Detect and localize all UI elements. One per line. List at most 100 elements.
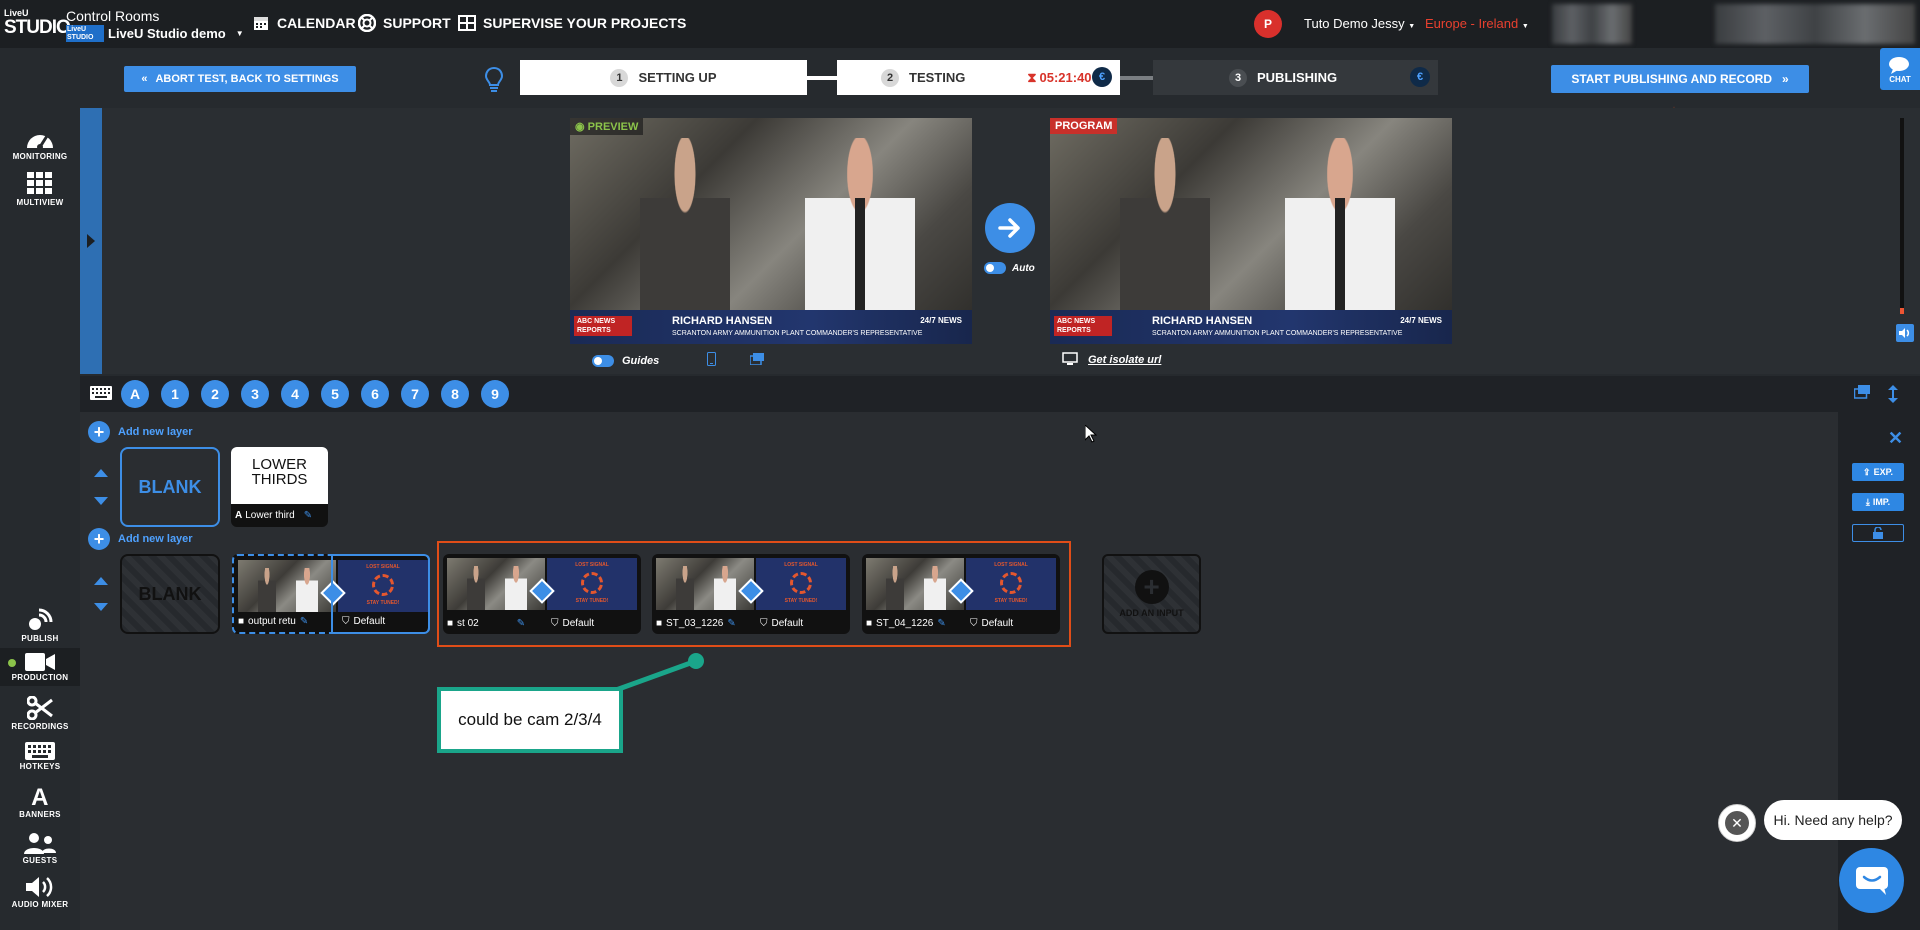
- help-dismiss-button[interactable]: ✕: [1718, 804, 1756, 842]
- chevron-down-icon: ▼: [235, 29, 244, 38]
- source-preset[interactable]: ⛉ Default: [754, 618, 803, 629]
- help-chat-button[interactable]: [1839, 848, 1904, 913]
- blank-source[interactable]: BLANK: [120, 554, 220, 634]
- add-input-label: ADD AN INPUT: [1119, 608, 1184, 618]
- move-layer-up-icon[interactable]: [94, 577, 108, 585]
- sidebar-item-recordings[interactable]: RECORDINGS: [0, 696, 80, 731]
- program-monitor[interactable]: ABC NEWS REPORTS RICHARD HANSEN SCRANTON…: [1050, 118, 1452, 344]
- move-layer-up-icon[interactable]: [94, 469, 108, 477]
- add-layer-button[interactable]: + Add new layer: [88, 421, 193, 443]
- euro-icon[interactable]: €: [1092, 67, 1112, 87]
- lightbulb-icon[interactable]: [484, 66, 504, 92]
- sidebar-item-multiview[interactable]: MULTIVIEW: [0, 172, 80, 207]
- double-chevron-right-icon: »: [1781, 72, 1789, 86]
- source-tile[interactable]: LOST SIGNAL STAY TUNED! ■ ST_03_1226 ✎ ⛉ De…: [652, 554, 850, 634]
- step-setting-up[interactable]: 1 SETTING UP: [520, 60, 807, 95]
- pencil-icon[interactable]: ✎: [300, 616, 308, 627]
- sidebar-item-production[interactable]: PRODUCTION: [0, 648, 80, 686]
- source-tile[interactable]: LOST SIGNAL STAY TUNED! ■ ST_04_1226 ✎ ⛉ De…: [862, 554, 1060, 634]
- add-input-button[interactable]: + ADD AN INPUT: [1102, 554, 1201, 634]
- region-selector[interactable]: Europe - Ireland ▼: [1425, 16, 1529, 31]
- step-publishing[interactable]: 3 PUBLISHING: [1153, 60, 1438, 95]
- step-connector: [1118, 76, 1158, 80]
- toggle-switch[interactable]: [592, 354, 614, 367]
- lock-button[interactable]: [1852, 524, 1904, 542]
- hotkey-4[interactable]: 4: [281, 380, 309, 408]
- import-button[interactable]: ⤓ IMP.: [1852, 493, 1904, 511]
- source-preset[interactable]: ⛉ Default: [964, 618, 1013, 629]
- vertical-resize-icon[interactable]: [1888, 385, 1904, 403]
- keyboard-icon[interactable]: [90, 386, 112, 400]
- stay-tuned-text: STAY TUNED!: [994, 598, 1028, 604]
- step-label: SETTING UP: [638, 70, 717, 85]
- layers-icon[interactable]: [749, 353, 765, 368]
- chat-button[interactable]: CHAT: [1880, 48, 1920, 90]
- start-publishing-button[interactable]: START PUBLISHING AND RECORD »: [1551, 65, 1809, 93]
- sidebar-item-hotkeys[interactable]: HOTKEYS: [0, 742, 80, 771]
- nav-calendar[interactable]: CALENDAR: [252, 14, 356, 32]
- auto-toggle[interactable]: Auto: [984, 262, 1035, 274]
- sidebar-item-guests[interactable]: GUESTS: [0, 832, 80, 865]
- export-button[interactable]: ⇪ EXP.: [1852, 463, 1904, 481]
- plus-icon: +: [88, 528, 110, 550]
- source-tile[interactable]: LOST SIGNAL STAY TUNED! ■ st 02 ✎ ⛉ Default: [443, 554, 641, 634]
- preview-monitor[interactable]: ABC NEWS REPORTS RICHARD HANSEN SCRANTON…: [570, 118, 972, 344]
- lower-thirds-title: LOWER THIRDS: [231, 447, 328, 504]
- camera-icon: ■: [656, 617, 663, 629]
- pencil-icon[interactable]: ✎: [517, 618, 525, 629]
- hotkey-7[interactable]: 7: [401, 380, 429, 408]
- lower-third-overlay: ABC NEWS REPORTS RICHARD HANSEN SCRANTON…: [1050, 310, 1452, 344]
- pencil-icon[interactable]: ✎: [727, 618, 735, 629]
- get-isolate-url-link[interactable]: Get isolate url: [1062, 352, 1161, 368]
- hotkey-5[interactable]: 5: [321, 380, 349, 408]
- move-layer-down-icon[interactable]: [94, 603, 108, 611]
- hotkey-2[interactable]: 2: [201, 380, 229, 408]
- auto-label: Auto: [1012, 262, 1035, 274]
- euro-icon[interactable]: €: [1410, 67, 1430, 87]
- video-detail: [855, 198, 865, 318]
- speaker-icon[interactable]: [1896, 324, 1914, 342]
- hotkey-9[interactable]: 9: [481, 380, 509, 408]
- nav-support[interactable]: SUPPORT: [358, 14, 451, 32]
- sidebar-item-audio-mixer[interactable]: AUDIO MIXER: [0, 876, 80, 909]
- nav-supervise[interactable]: SUPERVISE YOUR PROJECTS: [458, 14, 686, 32]
- studio-selector[interactable]: LiveU STUDIO LiveU Studio demo ▼: [66, 25, 244, 42]
- lower-thirds-source[interactable]: LOWER THIRDS A Lower third ✎: [231, 447, 328, 527]
- nav-calendar-label: CALENDAR: [277, 15, 356, 31]
- step-testing[interactable]: 2 TESTING ⧗ 05:21:40: [837, 60, 1120, 95]
- chevron-down-icon: ▼: [1521, 23, 1529, 30]
- avatar[interactable]: P: [1254, 10, 1282, 38]
- lower-third-name: RICHARD HANSEN: [672, 315, 773, 327]
- blank-source-active[interactable]: BLANK: [120, 447, 220, 527]
- hotkey-1[interactable]: 1: [161, 380, 189, 408]
- camera-thumbnail: [447, 558, 545, 610]
- toggle-switch[interactable]: [984, 262, 1006, 274]
- close-icon: ✕: [1725, 811, 1749, 835]
- source-preset-label: Default: [562, 617, 595, 629]
- user-menu[interactable]: Tuto Demo Jessy ▼: [1304, 16, 1415, 31]
- liveu-studio-logo[interactable]: LiveU STUDIO: [4, 8, 71, 40]
- pencil-icon[interactable]: ✎: [304, 510, 312, 521]
- guides-toggle[interactable]: Guides: [592, 352, 765, 369]
- abort-test-button[interactable]: « ABORT TEST, BACK TO SETTINGS: [124, 66, 356, 92]
- move-layer-down-icon[interactable]: [94, 497, 108, 505]
- expand-panel-button[interactable]: [80, 108, 102, 374]
- lower-thirds-caption: Lower third: [245, 510, 295, 521]
- hotkey-a[interactable]: A: [121, 380, 149, 408]
- hotkey-3[interactable]: 3: [241, 380, 269, 408]
- layers-icon[interactable]: [1853, 385, 1870, 401]
- cut-to-program-button[interactable]: [985, 203, 1035, 253]
- pencil-icon[interactable]: ✎: [937, 618, 945, 629]
- add-layer-button[interactable]: + Add new layer: [88, 528, 193, 550]
- sidebar-item-banners[interactable]: A BANNERS: [0, 786, 80, 820]
- hotkey-8[interactable]: 8: [441, 380, 469, 408]
- hotkey-6[interactable]: 6: [361, 380, 389, 408]
- help-bubble[interactable]: Hi. Need any help?: [1764, 800, 1902, 840]
- sidebar-item-monitoring[interactable]: MONITORING: [0, 128, 80, 161]
- sidebar-item-publish[interactable]: PUBLISH: [0, 606, 80, 643]
- studio-mini-logo: LiveU STUDIO: [66, 25, 104, 42]
- camera-icon: [25, 652, 55, 671]
- close-icon[interactable]: ✕: [1888, 428, 1903, 449]
- source-preset[interactable]: ⛉ Default: [545, 618, 594, 629]
- mobile-icon[interactable]: [707, 352, 717, 369]
